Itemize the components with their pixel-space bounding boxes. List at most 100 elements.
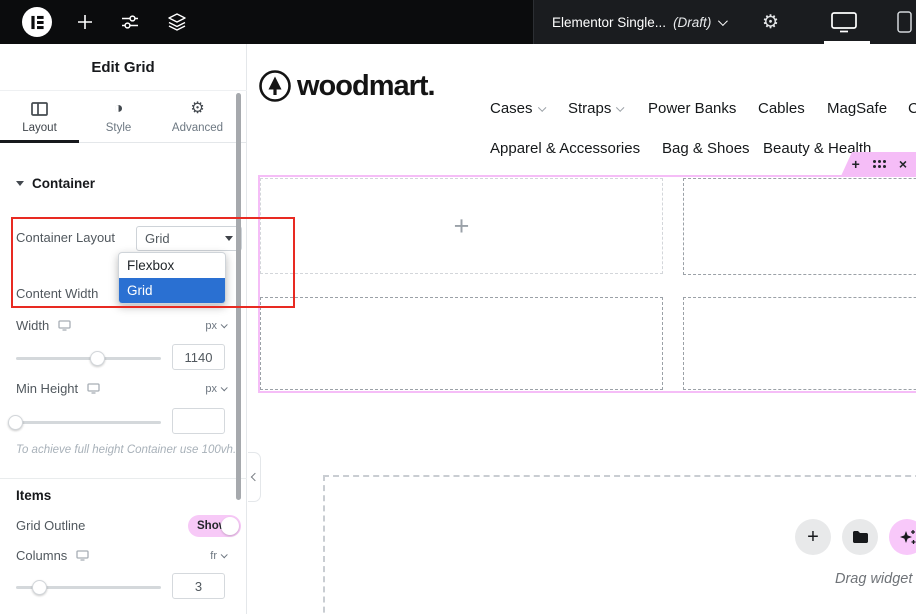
columns-slider-handle[interactable] xyxy=(32,580,47,595)
width-unit-select[interactable]: px xyxy=(205,320,226,332)
nav-item-cables[interactable]: Cables xyxy=(758,100,805,117)
container-layout-dropdown: Flexbox Grid xyxy=(118,252,226,304)
plus-icon: + xyxy=(807,519,819,555)
grid-outline-toggle[interactable]: Show xyxy=(188,515,241,537)
active-device-indicator xyxy=(824,41,870,44)
section-divider xyxy=(0,478,247,479)
width-slider-track[interactable] xyxy=(16,357,161,360)
delete-container-button[interactable]: × xyxy=(899,152,907,176)
chevron-down-icon xyxy=(718,16,728,26)
structure-button[interactable] xyxy=(167,12,187,32)
panel-scrollbar[interactable] xyxy=(236,93,241,500)
columns-label: Columns xyxy=(16,548,67,563)
desktop-responsive-icon[interactable] xyxy=(87,383,100,394)
min-height-input[interactable] xyxy=(172,408,225,434)
elementor-menu-button[interactable] xyxy=(22,7,52,37)
drag-widget-hint: Drag widget here xyxy=(835,571,916,587)
columns-unit-select[interactable]: fr xyxy=(210,550,226,562)
ai-builder-button[interactable] xyxy=(889,519,916,555)
nav-label: MagSafe xyxy=(827,100,887,117)
nav-item-cases[interactable]: Cases xyxy=(490,100,543,117)
container-handle-bar: + × xyxy=(841,152,916,176)
desktop-icon xyxy=(831,12,857,33)
container-layout-label: Container Layout xyxy=(16,230,115,245)
woodmart-logo-icon xyxy=(258,69,292,103)
unit-label: px xyxy=(205,383,217,395)
grid-cell-2-1[interactable] xyxy=(260,297,663,390)
width-label: Width xyxy=(16,318,49,333)
chevron-left-icon xyxy=(251,473,259,481)
desktop-responsive-icon[interactable] xyxy=(76,550,89,561)
nav-item-apparel-accessories[interactable]: Apparel & Accessories xyxy=(490,140,640,157)
drag-handle-icon[interactable] xyxy=(873,160,886,168)
nav-label: C xyxy=(908,100,916,117)
width-slider-handle[interactable] xyxy=(90,351,105,366)
nav-item-straps[interactable]: Straps xyxy=(568,100,622,117)
min-height-unit-select[interactable]: px xyxy=(205,383,226,395)
chevron-down-icon xyxy=(538,103,546,111)
panel-body: Container Container Layout Grid Content … xyxy=(0,44,247,614)
nav-item-clipped[interactable]: C xyxy=(908,100,916,117)
option-grid[interactable]: Grid xyxy=(119,278,225,303)
nav-label: Cases xyxy=(490,100,533,117)
container-section-header[interactable]: Container xyxy=(16,176,95,191)
caret-down-icon xyxy=(16,181,24,186)
site-logo[interactable]: woodmart. xyxy=(258,69,435,103)
nav-label: Apparel & Accessories xyxy=(490,140,640,157)
preview-canvas: woodmart. Cases Straps Power Banks Cable… xyxy=(248,44,916,614)
panel-collapse-button[interactable] xyxy=(248,452,261,502)
elementor-logo-icon xyxy=(30,15,45,30)
add-container-button[interactable]: + xyxy=(852,152,860,176)
option-flexbox[interactable]: Flexbox xyxy=(119,253,225,278)
topbar: Elementor Single... (Draft) ⚙ xyxy=(0,0,916,44)
edit-grid-panel: Edit Grid Layout ◑ Style ⚙ Advanced Cont… xyxy=(0,44,247,614)
plus-icon xyxy=(76,13,94,31)
document-title: Elementor Single... xyxy=(552,15,666,30)
width-control-header: Width px xyxy=(16,318,226,333)
topbar-right-section: Elementor Single... (Draft) ⚙ xyxy=(533,0,916,44)
nav-item-power-banks[interactable]: Power Banks xyxy=(648,100,736,117)
preferences-button[interactable]: ⚙ xyxy=(762,0,779,44)
add-actions: + xyxy=(795,519,916,555)
grid-cell-1-2[interactable] xyxy=(683,178,916,275)
mobile-view-button[interactable] xyxy=(897,0,912,44)
nav-label: Power Banks xyxy=(648,100,736,117)
document-status: (Draft) xyxy=(673,15,711,30)
add-element-button[interactable] xyxy=(75,12,95,32)
nav-item-bag-shoes[interactable]: Bag & Shoes xyxy=(662,140,750,157)
select-value: Grid xyxy=(145,231,170,246)
nav-item-magsafe[interactable]: MagSafe xyxy=(827,100,887,117)
selected-grid-container[interactable]: + xyxy=(258,175,916,393)
columns-input[interactable] xyxy=(172,573,225,599)
grid-cell-2-2[interactable] xyxy=(683,297,916,390)
site-settings-button[interactable] xyxy=(120,12,140,32)
gear-icon: ⚙ xyxy=(762,11,779,34)
desktop-responsive-icon[interactable] xyxy=(58,320,71,331)
grid-cell-1-1[interactable]: + xyxy=(260,178,663,274)
document-switcher[interactable]: Elementor Single... (Draft) xyxy=(552,0,725,44)
sparkle-ai-icon xyxy=(898,528,916,547)
chevron-down-icon xyxy=(221,321,228,328)
container-layout-control: Container Layout Grid xyxy=(16,230,226,245)
nav-label: Straps xyxy=(568,100,611,117)
section-heading: Container xyxy=(32,176,95,191)
add-section-button[interactable]: + xyxy=(795,519,831,555)
toggle-knob xyxy=(221,517,239,535)
desktop-view-button[interactable] xyxy=(831,0,857,44)
min-height-slider-handle[interactable] xyxy=(8,415,23,430)
sliders-icon xyxy=(120,12,140,32)
elementor-editor: Elementor Single... (Draft) ⚙ Edit Grid xyxy=(0,0,916,614)
chevron-down-icon xyxy=(221,384,228,391)
container-layout-select[interactable]: Grid xyxy=(136,226,242,251)
content-width-label: Content Width xyxy=(16,286,98,301)
nav-label: Cables xyxy=(758,100,805,117)
items-heading: Items xyxy=(16,488,51,503)
width-input[interactable] xyxy=(172,344,225,370)
add-widget-plus[interactable]: + xyxy=(261,179,662,273)
add-template-button[interactable] xyxy=(842,519,878,555)
chevron-down-icon xyxy=(221,551,228,558)
nav-label: Bag & Shoes xyxy=(662,140,750,157)
grid-outline-label: Grid Outline xyxy=(16,518,85,533)
min-height-slider-track[interactable] xyxy=(16,421,161,424)
folder-icon xyxy=(852,530,869,544)
